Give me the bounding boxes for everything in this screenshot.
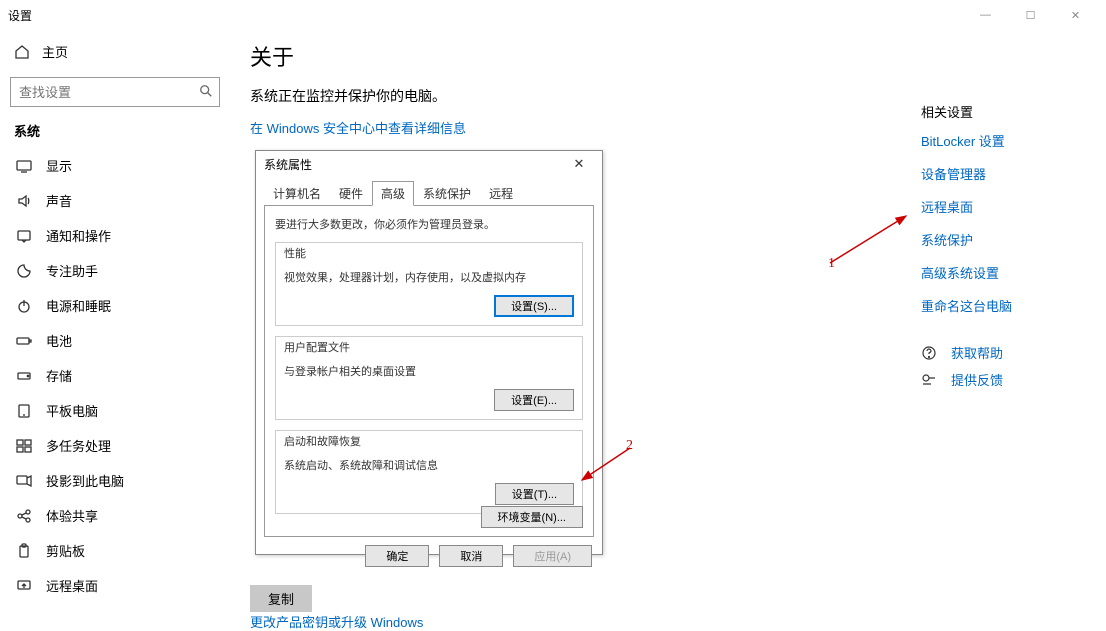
sidebar-item-label: 专注助手	[46, 261, 98, 280]
sidebar-section-title: 系统	[14, 121, 220, 140]
link-advanced-system-settings[interactable]: 高级系统设置	[921, 263, 1071, 282]
maximize-button[interactable]: ☐	[1008, 0, 1053, 30]
sidebar-item-label: 平板电脑	[46, 401, 98, 420]
close-button[interactable]: ✕	[1053, 0, 1098, 30]
user-profiles-settings-button[interactable]: 设置(E)...	[494, 389, 574, 411]
system-properties-dialog: 系统属性 ✕ 计算机名 硬件 高级 系统保护 远程 要进行大多数更改，你必须作为…	[255, 150, 603, 555]
sidebar-item-label: 远程桌面	[46, 576, 98, 595]
performance-title: 性能	[284, 245, 574, 261]
sidebar-item-battery[interactable]: 电池	[10, 323, 220, 358]
user-profiles-group: 用户配置文件 与登录帐户相关的桌面设置 设置(E)...	[275, 336, 583, 420]
dialog-close-button[interactable]: ✕	[564, 156, 594, 172]
tab-advanced[interactable]: 高级	[372, 181, 414, 206]
performance-settings-button[interactable]: 设置(S)...	[494, 295, 574, 317]
dialog-ok-button[interactable]: 确定	[365, 545, 429, 567]
security-center-link[interactable]: 在 Windows 安全中心中查看详细信息	[250, 118, 466, 137]
sidebar-item-label: 投影到此电脑	[46, 471, 124, 490]
home-button[interactable]: 主页	[10, 36, 220, 67]
sidebar-item-sound[interactable]: 声音	[10, 183, 220, 218]
sidebar-item-storage[interactable]: 存储	[10, 358, 220, 393]
home-label: 主页	[42, 42, 68, 61]
dialog-title: 系统属性	[264, 156, 312, 173]
get-help-link[interactable]: 获取帮助	[921, 343, 1071, 362]
sidebar-item-label: 电源和睡眠	[46, 296, 111, 315]
copy-button[interactable]: 复制	[250, 585, 312, 612]
link-system-protection[interactable]: 系统保护	[921, 230, 1071, 249]
search-field[interactable]	[19, 85, 195, 100]
link-device-manager[interactable]: 设备管理器	[921, 164, 1071, 183]
sidebar-item-multitask[interactable]: 多任务处理	[10, 428, 220, 463]
change-product-key-link[interactable]: 更改产品密钥或升级 Windows	[250, 612, 423, 631]
user-profiles-desc: 与登录帐户相关的桌面设置	[284, 363, 574, 379]
startup-recovery-desc: 系统启动、系统故障和调试信息	[284, 457, 574, 473]
sidebar-item-remote[interactable]: 远程桌面	[10, 568, 220, 603]
link-rename-pc[interactable]: 重命名这台电脑	[921, 296, 1071, 315]
performance-desc: 视觉效果，处理器计划，内存使用，以及虚拟内存	[284, 269, 574, 285]
startup-recovery-settings-button[interactable]: 设置(T)...	[495, 483, 574, 505]
sidebar-item-label: 剪贴板	[46, 541, 85, 560]
dialog-cancel-button[interactable]: 取消	[439, 545, 503, 567]
tab-hardware[interactable]: 硬件	[330, 181, 372, 206]
sidebar-item-tablet[interactable]: 平板电脑	[10, 393, 220, 428]
window-title: 设置	[8, 7, 32, 24]
sidebar-item-power[interactable]: 电源和睡眠	[10, 288, 220, 323]
sidebar-item-label: 通知和操作	[46, 226, 111, 245]
help-label: 获取帮助	[951, 343, 1003, 362]
search-icon	[195, 84, 217, 101]
sidebar-item-clipboard[interactable]: 剪贴板	[10, 533, 220, 568]
dialog-apply-button[interactable]: 应用(A)	[513, 545, 592, 567]
sidebar-item-project[interactable]: 投影到此电脑	[10, 463, 220, 498]
sidebar-item-focus[interactable]: 专注助手	[10, 253, 220, 288]
environment-variables-button[interactable]: 环境变量(N)...	[481, 506, 583, 528]
dialog-tabs: 计算机名 硬件 高级 系统保护 远程	[256, 177, 602, 206]
startup-recovery-title: 启动和故障恢复	[284, 433, 574, 449]
sidebar: 主页 系统 显示 声音 通知和操作 专注助手 电源和睡眠 电池 存储 平板电脑 …	[0, 30, 230, 594]
sidebar-item-label: 声音	[46, 191, 72, 210]
related-settings: 相关设置 BitLocker 设置 设备管理器 远程桌面 系统保护 高级系统设置…	[921, 102, 1071, 389]
minimize-button[interactable]: —	[963, 0, 1008, 30]
tab-computer-name[interactable]: 计算机名	[264, 181, 330, 206]
sidebar-item-label: 显示	[46, 156, 72, 175]
sidebar-item-label: 体验共享	[46, 506, 98, 525]
sidebar-item-label: 存储	[46, 366, 72, 385]
performance-group: 性能 视觉效果，处理器计划，内存使用，以及虚拟内存 设置(S)...	[275, 242, 583, 326]
related-title: 相关设置	[921, 102, 1071, 121]
sidebar-item-display[interactable]: 显示	[10, 148, 220, 183]
sidebar-item-label: 多任务处理	[46, 436, 111, 455]
user-profiles-title: 用户配置文件	[284, 339, 574, 355]
give-feedback-link[interactable]: 提供反馈	[921, 370, 1071, 389]
feedback-label: 提供反馈	[951, 370, 1003, 389]
search-input[interactable]	[10, 77, 220, 107]
tab-system-protection[interactable]: 系统保护	[414, 181, 480, 206]
sidebar-item-notifications[interactable]: 通知和操作	[10, 218, 220, 253]
page-title: 关于	[250, 40, 1086, 72]
link-bitlocker[interactable]: BitLocker 设置	[921, 131, 1071, 150]
startup-recovery-group: 启动和故障恢复 系统启动、系统故障和调试信息 设置(T)...	[275, 430, 583, 514]
sidebar-item-share[interactable]: 体验共享	[10, 498, 220, 533]
link-remote-desktop[interactable]: 远程桌面	[921, 197, 1071, 216]
admin-note: 要进行大多数更改，你必须作为管理员登录。	[275, 216, 583, 232]
tab-remote[interactable]: 远程	[480, 181, 522, 206]
sidebar-item-label: 电池	[46, 331, 72, 350]
